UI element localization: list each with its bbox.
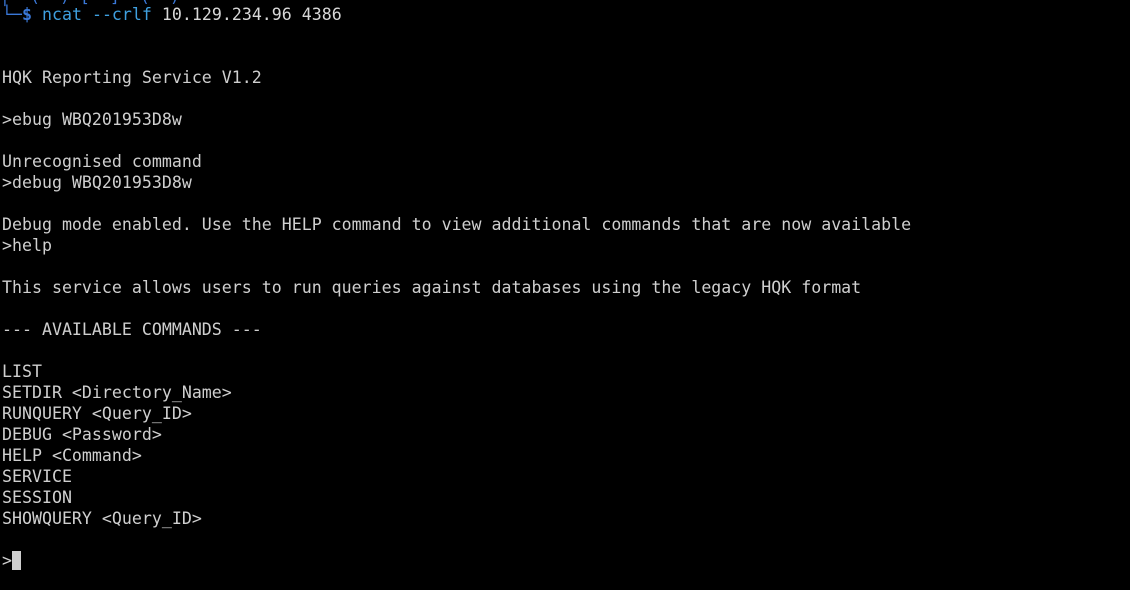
debug-enabled-message: Debug mode enabled. Use the HELP command… [2,215,912,234]
command-list-item: SERVICE [2,467,72,486]
command-flag: --crlf [91,5,152,24]
prompt-symbol: $ [21,5,32,24]
service-banner: HQK Reporting Service V1.2 [2,68,262,87]
input-prompt-line[interactable]: > [2,550,21,571]
command-list-item: DEBUG <Password> [2,425,162,444]
prompt-corner: └─ [2,5,22,24]
command-list-item: HELP <Command> [2,446,142,465]
input-prompt: > [2,551,12,570]
command-list-item: SETDIR <Directory_Name> [2,383,232,402]
command-args: 10.129.234.96 4386 [161,5,342,24]
user-input-line: >ebug WBQ201953D8w [2,110,182,129]
commands-header: --- AVAILABLE COMMANDS --- [2,320,262,339]
text-cursor[interactable] [12,551,21,570]
command-list-item: SHOWQUERY <Query_ID> [2,509,202,528]
command-name: ncat [41,5,82,24]
command-list-item: LIST [2,362,42,381]
command-list-item: RUNQUERY <Query_ID> [2,404,192,423]
shell-prompt-line: └─$ ncat --crlf 10.129.234.96 4386 [2,4,342,25]
user-input-line: >debug WBQ201953D8w [2,173,192,192]
error-message: Unrecognised command [2,152,202,171]
terminal-window[interactable]: ┌──( ) [ ] ( ) └─$ ncat --crlf 10.129.23… [0,0,1130,590]
user-input-line: >help [2,236,52,255]
command-list-item: SESSION [2,488,72,507]
help-description: This service allows users to run queries… [2,278,862,297]
